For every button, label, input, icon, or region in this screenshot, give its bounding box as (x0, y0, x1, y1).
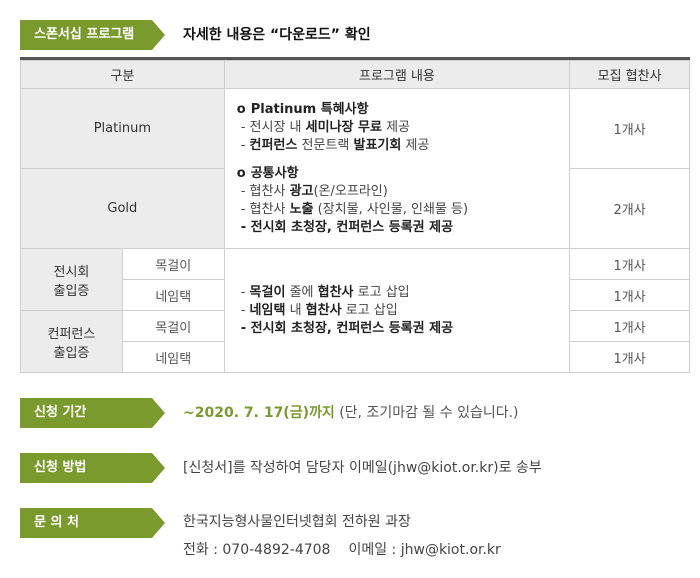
list-item: - 전시회 초청장, 컨퍼런스 등록권 제공 (240, 219, 454, 235)
conference-pass-label: 컨퍼런스 출입증 (20, 310, 123, 373)
list-item: - 전시장 내 세미나장 무료 제공 (240, 119, 411, 135)
header-program-content: 프로그램 내용 (223, 60, 571, 89)
period-note: (단, 조기마감 될 수 있습니다.) (334, 405, 519, 421)
conference-lanyard-label: 목걸이 (121, 310, 225, 342)
list-item: - 협찬사 광고(온/오프라인) (240, 183, 388, 199)
platinum-benefits: o Platinum 특혜사항 - 전시장 내 세미나장 무료 제공 - 컨퍼런스… (237, 101, 569, 155)
common-benefits: o 공통사항 - 협찬사 광고(온/오프라인) - 협찬사 노출 (장치물, 사인… (237, 165, 569, 237)
contact-text: 한국지능형사물인터넷협회 전하원 과장 전화 : 070-4892-4708 이메… (183, 508, 501, 564)
sponsorship-program-tag: 스폰서십 프로그램 (20, 20, 165, 50)
header-category: 구분 (20, 60, 225, 89)
contact-details: 전화 : 070-4892-4708 이메일 : jhw@kiot.or.kr (183, 536, 501, 564)
list-item: - 협찬사 노출 (장치물, 사인물, 인쇄물 등) (240, 201, 469, 217)
bullet-circle: o (236, 165, 246, 181)
platinum-gold-content: o Platinum 특혜사항 - 전시장 내 세미나장 무료 제공 - 컨퍼런스… (223, 88, 571, 249)
pass-content: - 목걸이 줄에 협찬사 로고 삽입 - 네임택 내 협찬사 로고 삽입 - 전… (223, 248, 571, 373)
contact-email: 이메일 : jhw@kiot.or.kr (348, 542, 501, 558)
gold-label: Gold (20, 168, 225, 249)
common-benefits-title: 공통사항 (250, 165, 299, 181)
conference-nametag-count: 1개사 (569, 341, 690, 373)
application-method-tag: 신청 방법 (20, 453, 165, 483)
exhibit-lanyard-count: 1개사 (569, 248, 690, 280)
list-item: - 네임택 내 협찬사 로고 삽입 (240, 302, 398, 318)
list-item: - 컨퍼런스 전문트랙 발표기회 제공 (240, 137, 430, 153)
contact-tag: 문 의 처 (20, 508, 165, 538)
download-note: 자세한 내용은 “다운로드” 확인 (183, 27, 371, 43)
gold-count: 2개사 (569, 168, 690, 249)
platinum-count: 1개사 (569, 88, 690, 169)
contact-org: 한국지능형사물인터넷협회 전하원 과장 (183, 514, 411, 530)
sponsorship-table: 구분 프로그램 내용 모집 협찬사 Platinum o Platinum 특혜사… (20, 60, 690, 373)
period-deadline: ~2020. 7. 17(금)까지 (183, 405, 335, 421)
application-period-tag: 신청 기간 (20, 398, 165, 428)
conference-nametag-label: 네임택 (121, 341, 225, 373)
bullet-circle: o (236, 101, 246, 117)
contact-phone: 전화 : 070-4892-4708 (183, 542, 331, 558)
table-header-row: 구분 프로그램 내용 모집 협찬사 (20, 60, 690, 89)
platinum-benefits-title: Platinum 특혜사항 (250, 101, 369, 117)
exhibit-nametag-label: 네임택 (121, 279, 225, 311)
platinum-label: Platinum (20, 88, 225, 169)
table-row-exhibit-lanyard: 전시회 출입증 목걸이 - 목걸이 줄에 협찬사 로고 삽입 - 네임택 내 협찬… (20, 248, 690, 373)
application-period-text: ~2020. 7. 17(금)까지 (단, 조기마감 될 수 있습니다.) (183, 398, 519, 428)
conference-lanyard-count: 1개사 (569, 310, 690, 342)
exhibit-nametag-count: 1개사 (569, 279, 690, 311)
list-item: - 전시회 초청장, 컨퍼런스 등록권 제공 (240, 320, 454, 336)
exhibit-lanyard-label: 목걸이 (121, 248, 225, 280)
application-method-text: [신청서]를 작성하여 담당자 이메일(jhw@kiot.or.kr)로 송부 (183, 460, 542, 476)
header-sponsor-count: 모집 협찬사 (569, 60, 690, 89)
exhibit-pass-label: 전시회 출입증 (20, 248, 123, 311)
list-item: - 목걸이 줄에 협찬사 로고 삽입 (240, 284, 410, 300)
table-row-platinum: Platinum o Platinum 특혜사항 - 전시장 내 세미나장 무료 … (20, 88, 690, 249)
